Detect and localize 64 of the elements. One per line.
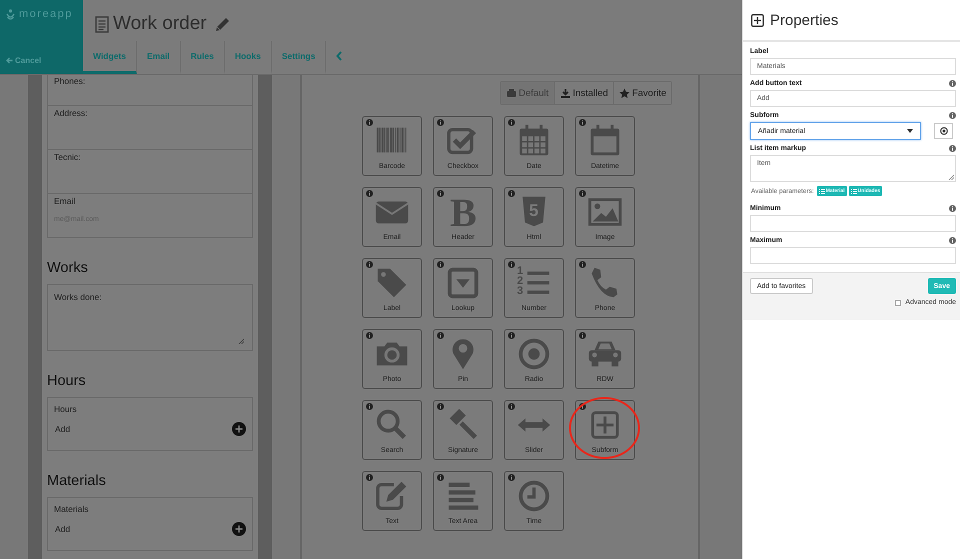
pencil-icon <box>214 16 231 32</box>
plus-square-icon <box>751 14 764 26</box>
field-label: Hours <box>54 404 78 414</box>
section-heading: Materials <box>47 472 107 491</box>
info-icon <box>579 119 586 126</box>
caret-icon <box>907 129 913 133</box>
form-title: Work order <box>113 13 207 35</box>
info-icon <box>366 403 373 410</box>
arrow-icon <box>6 57 13 64</box>
info-icon <box>508 261 515 268</box>
info-icon <box>579 190 586 197</box>
list-icon <box>850 188 857 194</box>
field-label: Email <box>54 196 76 206</box>
document-icon <box>95 16 109 32</box>
info-icon <box>508 403 515 410</box>
info-icon <box>579 261 586 268</box>
resize-handle-icon <box>948 174 954 180</box>
info-icon <box>579 403 586 410</box>
text-field[interactable] <box>750 215 956 232</box>
add-label: Add <box>55 524 70 534</box>
filter-button[interactable]: Default <box>500 82 555 104</box>
panel-title: Properties <box>770 12 838 28</box>
target-button[interactable] <box>934 123 953 139</box>
info-icon <box>508 332 515 339</box>
toolbox-icon <box>506 88 517 98</box>
resize-handle-icon <box>238 338 244 344</box>
logo-icon <box>6 8 15 20</box>
info-icon <box>437 332 444 339</box>
field-label: Works done: <box>54 292 103 302</box>
info-icon <box>508 119 515 126</box>
info-icon <box>508 474 515 481</box>
cancel-link[interactable]: Cancel <box>6 56 42 65</box>
text-field[interactable] <box>750 247 956 264</box>
download-icon <box>560 88 571 98</box>
info-icon <box>366 190 373 197</box>
field-label: Tecnic: <box>54 152 82 162</box>
info-icon <box>366 261 373 268</box>
checkbox[interactable] <box>895 300 902 306</box>
info-icon <box>437 261 444 268</box>
field-label: Address: <box>54 108 89 118</box>
info-icon <box>366 332 373 339</box>
info-icon <box>366 119 373 126</box>
info-icon <box>579 332 586 339</box>
field-label: Materials <box>54 504 90 514</box>
add-icon <box>232 422 246 436</box>
info-icon <box>437 403 444 410</box>
target-icon <box>940 127 948 135</box>
logo-text: moreapp <box>19 8 73 20</box>
input-field[interactable]: Tecnic: <box>47 150 253 194</box>
info-icon <box>366 474 373 481</box>
star-icon <box>619 88 630 98</box>
section-heading: Works <box>47 259 89 278</box>
info-icon <box>437 119 444 126</box>
add-label: Add <box>55 424 70 434</box>
section-heading: Hours <box>47 372 87 391</box>
input-field[interactable]: Phones: <box>47 75 253 106</box>
chevron-left-icon <box>336 51 342 61</box>
field-label: Phones: <box>54 76 86 86</box>
add-icon <box>232 522 246 536</box>
info-icon <box>508 190 515 197</box>
input-field[interactable]: Address: <box>47 106 253 150</box>
info-icon <box>437 190 444 197</box>
list-icon <box>818 188 825 194</box>
info-icon <box>437 474 444 481</box>
